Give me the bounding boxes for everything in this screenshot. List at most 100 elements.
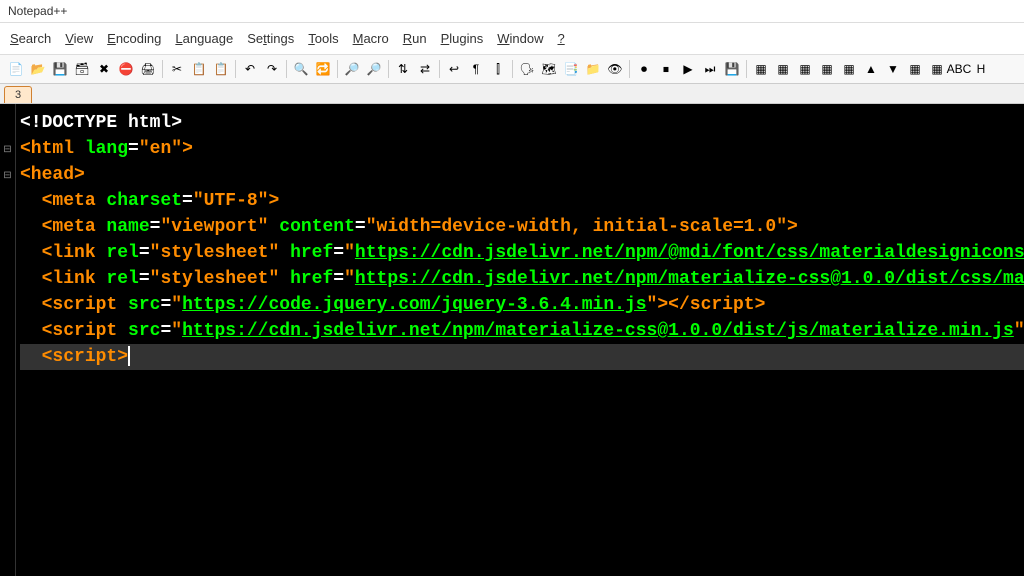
editor-area[interactable]: ⊟⊟ <!DOCTYPE html> <html lang="en"> <head>… bbox=[0, 104, 1024, 576]
menu-language[interactable]: Language bbox=[169, 29, 239, 48]
code-line[interactable]: <!DOCTYPE html> bbox=[20, 110, 1024, 136]
record-icon[interactable]: ⏺ bbox=[634, 59, 654, 79]
code-editor[interactable]: <!DOCTYPE html> <html lang="en"> <head> <m… bbox=[16, 104, 1024, 576]
lang-icon[interactable]: 🗣 bbox=[517, 59, 537, 79]
wordwrap-icon[interactable]: ↩ bbox=[444, 59, 464, 79]
code-token: https://cdn.jsdelivr.net/npm/@mdi/font/c… bbox=[355, 243, 1024, 263]
code-line[interactable]: <head> bbox=[20, 162, 1024, 188]
menu-window[interactable]: Window bbox=[491, 29, 549, 48]
doc-map-icon[interactable]: 🗺 bbox=[539, 59, 559, 79]
panel4-icon[interactable]: ▦ bbox=[817, 59, 837, 79]
menu-settings[interactable]: Settings bbox=[241, 29, 300, 48]
help-text-icon-glyph: H bbox=[977, 62, 986, 76]
save-all-icon-glyph: 🗃 bbox=[74, 62, 89, 76]
code-line[interactable]: <meta charset="UTF-8"> bbox=[20, 188, 1024, 214]
help-text-icon[interactable]: H bbox=[971, 59, 991, 79]
code-line[interactable]: <script src="https://cdn.jsdelivr.net/np… bbox=[20, 318, 1024, 344]
menu-view[interactable]: View bbox=[59, 29, 99, 48]
panel5-icon[interactable]: ▦ bbox=[839, 59, 859, 79]
tab-active[interactable]: 3 bbox=[4, 86, 32, 103]
stop-icon[interactable]: ⏹ bbox=[656, 59, 676, 79]
copy-icon[interactable]: 📋 bbox=[189, 59, 209, 79]
func-list-icon[interactable]: 📑 bbox=[561, 59, 581, 79]
code-token: > bbox=[268, 191, 279, 211]
fold-gutter[interactable]: ⊟⊟ bbox=[0, 104, 16, 576]
fold-marker[interactable] bbox=[0, 188, 15, 214]
monitor-icon[interactable]: 👁 bbox=[605, 59, 625, 79]
sync-v-icon-glyph: ⇅ bbox=[398, 62, 408, 76]
panel2-icon[interactable]: ▦ bbox=[773, 59, 793, 79]
zoom-in-icon[interactable]: 🔎 bbox=[342, 59, 362, 79]
menu-help[interactable]: ? bbox=[551, 29, 570, 48]
fold-marker[interactable]: ⊟ bbox=[0, 162, 15, 188]
undo-icon[interactable]: ↶ bbox=[240, 59, 260, 79]
indent-guide-icon[interactable]: ⫿ bbox=[488, 59, 508, 79]
code-token: <head> bbox=[20, 165, 85, 185]
find-icon[interactable]: 🔍 bbox=[291, 59, 311, 79]
fold-marker[interactable] bbox=[0, 344, 15, 370]
print-icon[interactable]: 🖨 bbox=[138, 59, 158, 79]
code-token bbox=[20, 269, 42, 289]
fold-marker[interactable] bbox=[0, 110, 15, 136]
close-all-icon[interactable]: ⛔ bbox=[116, 59, 136, 79]
fold-marker[interactable] bbox=[0, 292, 15, 318]
panel1-icon[interactable]: ▦ bbox=[751, 59, 771, 79]
code-token: <!DOCTYPE html> bbox=[20, 113, 182, 133]
save-macro-icon[interactable]: 💾 bbox=[722, 59, 742, 79]
func-list-icon-glyph: 📑 bbox=[564, 62, 579, 76]
save-all-icon[interactable]: 🗃 bbox=[72, 59, 92, 79]
panel7-icon[interactable]: ▦ bbox=[927, 59, 947, 79]
code-line[interactable]: <script src="https://code.jquery.com/jqu… bbox=[20, 292, 1024, 318]
code-token bbox=[20, 295, 42, 315]
spellcheck-icon[interactable]: ABC bbox=[949, 59, 969, 79]
app-title: Notepad++ bbox=[8, 4, 67, 18]
save-icon[interactable]: 💾 bbox=[50, 59, 70, 79]
code-line[interactable]: <script> bbox=[20, 344, 1024, 370]
code-line[interactable]: <meta name="viewport" content="width=dev… bbox=[20, 214, 1024, 240]
new-file-icon[interactable]: 📄 bbox=[6, 59, 26, 79]
fold-marker[interactable] bbox=[0, 318, 15, 344]
cut-icon[interactable]: ✂ bbox=[167, 59, 187, 79]
menu-macro[interactable]: Macro bbox=[347, 29, 395, 48]
menu-plugins[interactable]: Plugins bbox=[435, 29, 490, 48]
code-token: > bbox=[787, 217, 798, 237]
fold-marker[interactable]: ⊟ bbox=[0, 136, 15, 162]
redo-icon[interactable]: ↷ bbox=[262, 59, 282, 79]
zoom-out-icon[interactable]: 🔎 bbox=[364, 59, 384, 79]
replace-icon[interactable]: 🔁 bbox=[313, 59, 333, 79]
save-macro-icon-glyph: 💾 bbox=[725, 62, 740, 76]
sync-v-icon[interactable]: ⇅ bbox=[393, 59, 413, 79]
code-token: https://cdn.jsdelivr.net/npm/materialize… bbox=[182, 321, 1014, 341]
paste-icon[interactable]: 📋 bbox=[211, 59, 231, 79]
code-line[interactable]: <html lang="en"> bbox=[20, 136, 1024, 162]
sync-h-icon[interactable]: ⇄ bbox=[415, 59, 435, 79]
panel3-icon[interactable]: ▦ bbox=[795, 59, 815, 79]
fold-marker[interactable] bbox=[0, 240, 15, 266]
code-token: rel bbox=[106, 243, 138, 263]
menu-search[interactable]: Search bbox=[4, 29, 57, 48]
code-line[interactable]: <link rel="stylesheet" href="https://cdn… bbox=[20, 240, 1024, 266]
all-chars-icon[interactable]: ¶ bbox=[466, 59, 486, 79]
code-token bbox=[20, 321, 42, 341]
toolbar-separator bbox=[439, 60, 440, 78]
close-icon[interactable]: ✖ bbox=[94, 59, 114, 79]
code-line[interactable]: <link rel="stylesheet" href="https://cdn… bbox=[20, 266, 1024, 292]
code-token: <script bbox=[42, 321, 128, 341]
play-multi-icon[interactable]: ⏭ bbox=[700, 59, 720, 79]
panel6-icon[interactable]: ▦ bbox=[905, 59, 925, 79]
all-chars-icon-glyph: ¶ bbox=[473, 62, 479, 76]
up-icon[interactable]: ▲ bbox=[861, 59, 881, 79]
menu-run[interactable]: Run bbox=[397, 29, 433, 48]
down-icon[interactable]: ▼ bbox=[883, 59, 903, 79]
menu-encoding[interactable]: Encoding bbox=[101, 29, 167, 48]
code-token: "stylesheet" bbox=[150, 243, 280, 263]
code-token: " bbox=[344, 269, 355, 289]
fold-marker[interactable] bbox=[0, 266, 15, 292]
fold-marker[interactable] bbox=[0, 214, 15, 240]
play-icon[interactable]: ▶ bbox=[678, 59, 698, 79]
menu-tools[interactable]: Tools bbox=[302, 29, 344, 48]
cut-icon-glyph: ✂ bbox=[172, 62, 182, 76]
panel7-icon-glyph: ▦ bbox=[931, 62, 942, 76]
open-icon[interactable]: 📂 bbox=[28, 59, 48, 79]
folder-icon[interactable]: 📁 bbox=[583, 59, 603, 79]
